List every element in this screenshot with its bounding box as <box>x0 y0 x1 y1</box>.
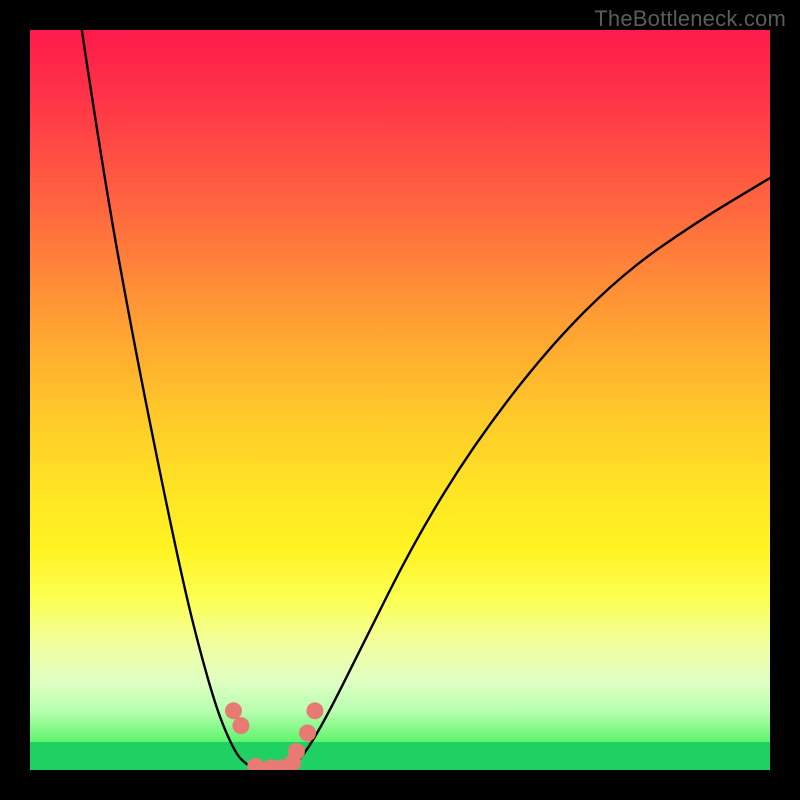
data-point-marker <box>225 702 242 719</box>
data-point-marker <box>288 743 305 760</box>
bottleneck-curve-path <box>82 30 770 770</box>
plot-area <box>30 30 770 770</box>
bottleneck-curve <box>30 30 770 770</box>
chart-frame: TheBottleneck.com <box>0 0 800 800</box>
data-point-marker <box>299 725 316 742</box>
watermark-text: TheBottleneck.com <box>594 6 786 32</box>
data-point-marker <box>306 702 323 719</box>
data-point-marker <box>232 717 249 734</box>
data-point-marker <box>247 758 264 770</box>
